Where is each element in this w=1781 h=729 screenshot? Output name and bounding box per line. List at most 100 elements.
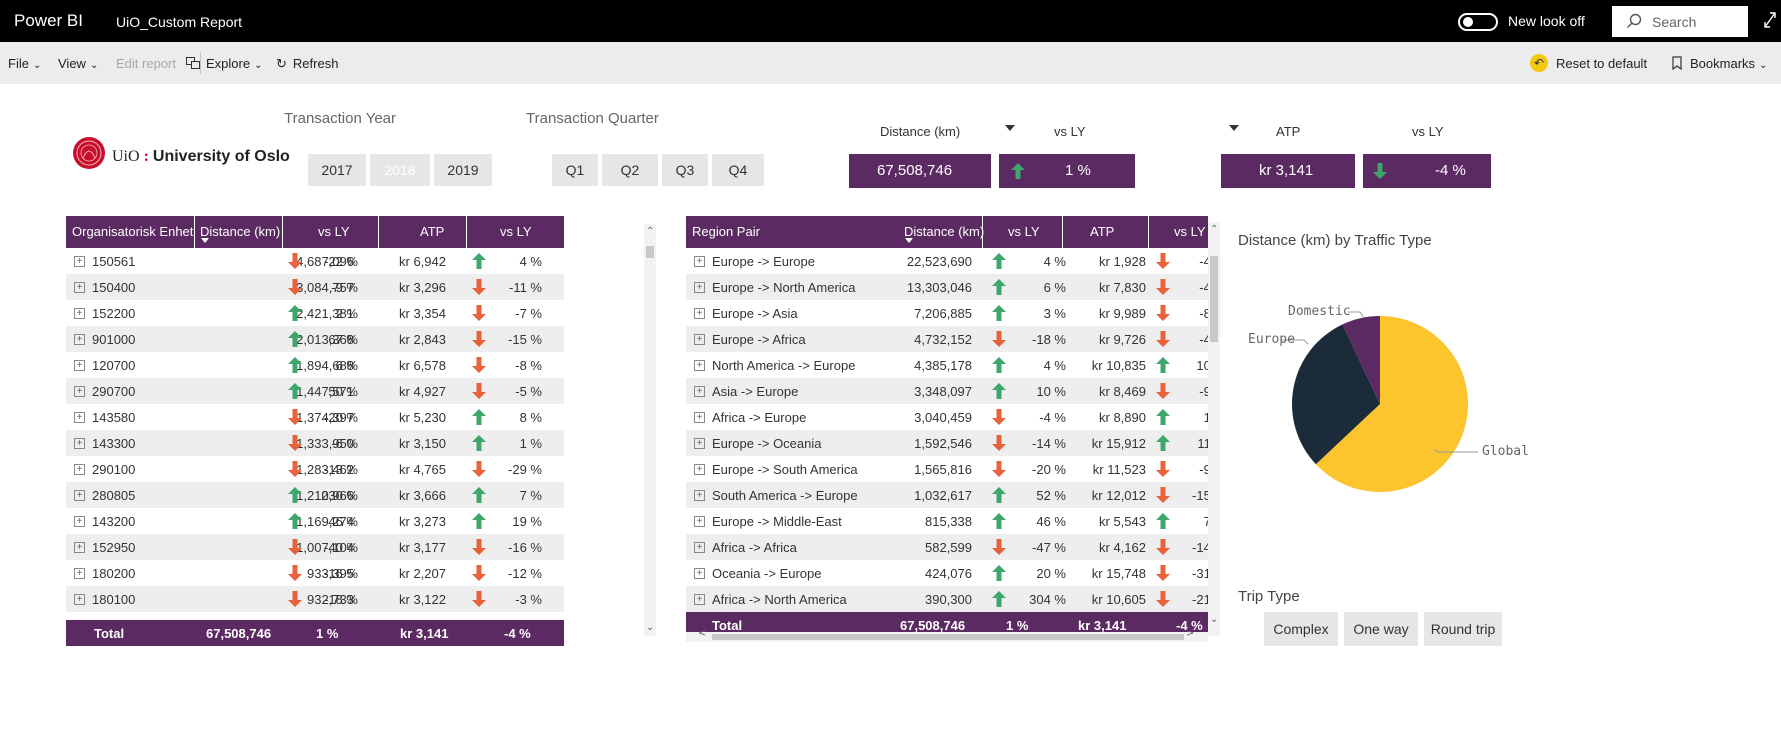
col-header-unit[interactable]: Organisatorisk Enhet <box>72 224 193 239</box>
expand-row-icon[interactable]: + <box>74 490 85 501</box>
sort-icon[interactable] <box>1005 125 1015 131</box>
org-table-scrollbar[interactable] <box>644 224 656 636</box>
expand-row-icon[interactable]: + <box>74 438 85 449</box>
expand-row-icon[interactable]: + <box>74 594 85 605</box>
table-row[interactable]: +290100 1,283,462 -13 % kr 4,765 -29 % <box>66 456 564 482</box>
search-box[interactable]: Search <box>1612 6 1748 37</box>
table-row[interactable]: +901000 2,013,368 67 % kr 2,843 -15 % <box>66 326 564 352</box>
total-label: Total <box>712 618 743 633</box>
table-row[interactable]: +280805 1,210,966 230 % kr 3,666 7 % <box>66 482 564 508</box>
col-header-distance[interactable]: Distance (km) <box>904 224 984 239</box>
bookmarks-menu[interactable]: Bookmarks ⌄ <box>1672 56 1767 71</box>
table-row[interactable]: +290700 1,447,571 50 % kr 4,927 -5 % <box>66 378 564 404</box>
hscrollbar-thumb[interactable] <box>712 634 1184 640</box>
year-2018-button[interactable]: 2018 <box>370 154 430 186</box>
expand-row-icon[interactable]: + <box>694 334 705 345</box>
col-header-atp-vs-ly[interactable]: vs LY <box>1174 224 1206 239</box>
table-row[interactable]: + Africa -> Africa 582,599 -47 % kr 4,162 -14… <box>686 534 1208 560</box>
table-row[interactable]: +152950 1,007,104 -40 % kr 3,177 -16 % <box>66 534 564 560</box>
explore-menu[interactable]: Explore ⌄ <box>186 56 262 71</box>
scroll-up-icon[interactable]: ⌃ <box>646 226 654 237</box>
table-row[interactable]: +152200 2,421,381 2 % kr 3,354 -7 % <box>66 300 564 326</box>
expand-row-icon[interactable]: + <box>694 308 705 319</box>
expand-row-icon[interactable]: + <box>74 516 85 527</box>
expand-row-icon[interactable]: + <box>694 256 705 267</box>
scroll-down-icon[interactable]: ⌄ <box>1210 614 1218 625</box>
scroll-right-icon[interactable]: > <box>1186 628 1194 639</box>
table-row[interactable]: +150561 4,687,096 -22 % kr 6,942 4 % <box>66 248 564 274</box>
expand-row-icon[interactable]: + <box>74 360 85 371</box>
q3-button[interactable]: Q3 <box>662 154 708 186</box>
table-row[interactable]: + Europe -> Middle-East 815,338 46 % kr 5,54… <box>686 508 1208 534</box>
trip-round-trip-button[interactable]: Round trip <box>1424 612 1502 646</box>
expand-icon[interactable] <box>1762 10 1778 30</box>
expand-row-icon[interactable]: + <box>694 386 705 397</box>
table-row[interactable]: + South America -> Europe 1,032,617 52 % kr … <box>686 482 1208 508</box>
col-header-distance[interactable]: Distance (km) <box>200 224 280 239</box>
file-menu[interactable]: File ⌄ <box>8 56 41 71</box>
scrollbar-thumb[interactable] <box>1210 256 1218 342</box>
expand-row-icon[interactable]: + <box>74 334 85 345</box>
scroll-up-icon[interactable]: ⌃ <box>1210 224 1218 235</box>
expand-row-icon[interactable]: + <box>694 282 705 293</box>
expand-row-icon[interactable]: + <box>74 542 85 553</box>
table-row[interactable]: +143200 1,169,274 46 % kr 3,273 19 % <box>66 508 564 534</box>
row-trend-2 <box>472 487 486 506</box>
expand-row-icon[interactable]: + <box>74 386 85 397</box>
new-look-toggle[interactable] <box>1458 13 1498 31</box>
refresh-button[interactable]: ↻ Refresh <box>276 56 338 72</box>
expand-row-icon[interactable]: + <box>694 542 705 553</box>
scroll-left-icon[interactable]: < <box>698 628 706 639</box>
q1-button[interactable]: Q1 <box>552 154 598 186</box>
expand-row-icon[interactable]: + <box>74 256 85 267</box>
sort-icon[interactable] <box>1229 125 1239 131</box>
q2-button[interactable]: Q2 <box>602 154 658 186</box>
table-row[interactable]: +180100 932,733 -18 % kr 3,122 -3 % <box>66 586 564 612</box>
table-row[interactable]: + Europe -> Europe 22,523,690 4 % kr 1,928 -4… <box>686 248 1208 274</box>
view-menu[interactable]: View ⌄ <box>58 56 98 71</box>
col-header-atp-vs-ly[interactable]: vs LY <box>500 224 532 239</box>
col-header-atp[interactable]: ATP <box>1090 224 1114 239</box>
table-row[interactable]: + Europe -> South America 1,565,816 -20 % kr… <box>686 456 1208 482</box>
table-row[interactable]: + Europe -> Africa 4,732,152 -18 % kr 9,726 -… <box>686 326 1208 352</box>
expand-row-icon[interactable]: + <box>694 438 705 449</box>
row-atp-vs-ly: -8 % <box>515 358 542 373</box>
trip-complex-button[interactable]: Complex <box>1264 612 1338 646</box>
col-header-atp[interactable]: ATP <box>420 224 444 239</box>
expand-row-icon[interactable]: + <box>694 568 705 579</box>
table-row[interactable]: + Europe -> Asia 7,206,885 3 % kr 9,989 -8 % <box>686 300 1208 326</box>
year-2019-button[interactable]: 2019 <box>434 154 492 186</box>
expand-row-icon[interactable]: + <box>694 412 705 423</box>
q4-button[interactable]: Q4 <box>712 154 764 186</box>
table-row[interactable]: +120700 1,894,688 6 % kr 6,578 -8 % <box>66 352 564 378</box>
trip-one-way-button[interactable]: One way <box>1344 612 1418 646</box>
table-row[interactable]: +150400 3,084,757 -9 % kr 3,296 -11 % <box>66 274 564 300</box>
col-header-vs-ly[interactable]: vs LY <box>318 224 350 239</box>
table-row[interactable]: + Oceania -> Europe 424,076 20 % kr 15,748 -3… <box>686 560 1208 586</box>
reset-to-default-button[interactable]: Reset to default <box>1556 56 1647 71</box>
table-row[interactable]: +143300 1,333,950 -6 % kr 3,150 1 % <box>66 430 564 456</box>
table-row[interactable]: + Europe -> North America 13,303,046 6 % kr … <box>686 274 1208 300</box>
table-row[interactable]: +180200 933,395 -16 % kr 2,207 -12 % <box>66 560 564 586</box>
expand-row-icon[interactable]: + <box>694 594 705 605</box>
expand-row-icon[interactable]: + <box>74 282 85 293</box>
table-row[interactable]: + Africa -> Europe 3,040,459 -4 % kr 8,890 1 … <box>686 404 1208 430</box>
expand-row-icon[interactable]: + <box>74 308 85 319</box>
table-row[interactable]: +143580 1,374,397 -20 % kr 5,230 8 % <box>66 404 564 430</box>
scroll-down-icon[interactable]: ⌄ <box>646 622 654 633</box>
expand-row-icon[interactable]: + <box>74 412 85 423</box>
year-2017-button[interactable]: 2017 <box>308 154 366 186</box>
col-header-region[interactable]: Region Pair <box>692 224 760 239</box>
scrollbar-thumb[interactable] <box>646 246 654 258</box>
expand-row-icon[interactable]: + <box>74 464 85 475</box>
col-header-vs-ly[interactable]: vs LY <box>1008 224 1040 239</box>
expand-row-icon[interactable]: + <box>694 360 705 371</box>
expand-row-icon[interactable]: + <box>694 464 705 475</box>
expand-row-icon[interactable]: + <box>694 490 705 501</box>
table-row[interactable]: + Europe -> Oceania 1,592,546 -14 % kr 15,91… <box>686 430 1208 456</box>
table-row[interactable]: + Asia -> Europe 3,348,097 10 % kr 8,469 -9 % <box>686 378 1208 404</box>
expand-row-icon[interactable]: + <box>694 516 705 527</box>
expand-row-icon[interactable]: + <box>74 568 85 579</box>
table-row[interactable]: + North America -> Europe 4,385,178 4 % kr 1… <box>686 352 1208 378</box>
table-row[interactable]: + Africa -> North America 390,300 304 % kr 1… <box>686 586 1208 612</box>
